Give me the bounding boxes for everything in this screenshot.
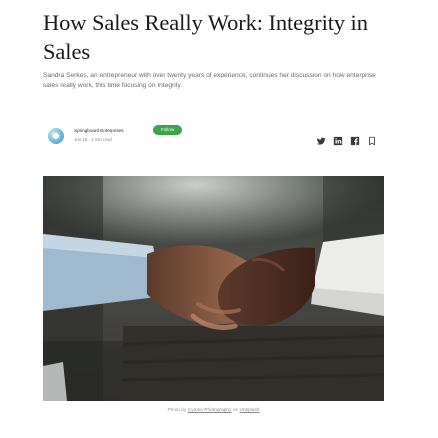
source-link[interactable]: Unsplash (240, 408, 260, 413)
follow-button[interactable]: Follow (153, 125, 182, 135)
avatar-logo-icon (53, 133, 59, 139)
share-actions (316, 136, 386, 148)
article-subtitle: Sandra Serkes, an entrepreneur with over… (43, 72, 376, 89)
caption-prefix: Photo by (167, 408, 187, 413)
bookmark-icon[interactable] (367, 136, 377, 146)
handshake-photo (43, 176, 384, 401)
twitter-icon[interactable] (316, 136, 326, 146)
image-caption: Photo by Cytonn Photography on Unsplash (43, 407, 384, 414)
linkedin-icon[interactable] (333, 136, 343, 146)
photographer-link[interactable]: Cytonn Photography (188, 408, 232, 413)
author-avatar[interactable] (48, 128, 64, 144)
caption-on: on (232, 408, 239, 413)
post-meta: Jun 18 · 3 min read (74, 137, 112, 142)
facebook-icon[interactable] (350, 136, 360, 146)
hero-image (43, 176, 384, 401)
author-name[interactable]: Springboard Enterprises (74, 128, 124, 134)
article-title: How Sales Really Work: Integrity in Sale… (43, 10, 368, 64)
